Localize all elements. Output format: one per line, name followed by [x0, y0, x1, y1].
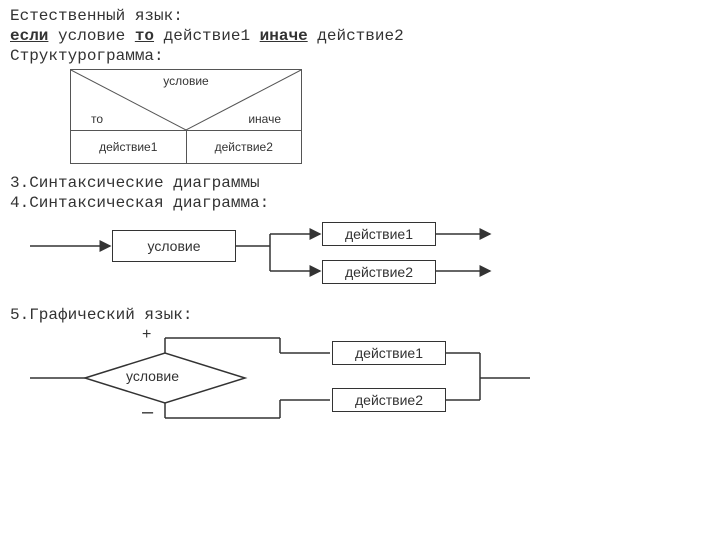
section1-sentence: если условие то действие1 иначе действие…: [10, 27, 710, 45]
word-a1: действие1: [154, 27, 260, 45]
word-a2: действие2: [308, 27, 404, 45]
word-else: иначе: [260, 27, 308, 45]
graphic-lines: [30, 328, 550, 428]
section2-title: Структурограмма:: [10, 47, 710, 65]
structogram-then: то: [91, 112, 103, 126]
structogram: условие то иначе действие1 действие2: [70, 69, 302, 164]
section4-title: 4.Синтаксическая диаграмма:: [10, 194, 710, 212]
structogram-a1: действие1: [71, 131, 187, 163]
syntax-cond-box: условие: [112, 230, 236, 262]
structogram-cond: условие: [71, 74, 301, 88]
syntax-diagram: условие действие1 действие2: [30, 216, 530, 296]
word-then: то: [135, 27, 154, 45]
graphic-a1-box: действие1: [332, 341, 446, 365]
section5-title: 5.Графический язык:: [10, 306, 710, 324]
structogram-else: иначе: [248, 112, 281, 126]
structogram-a2: действие2: [187, 131, 302, 163]
minus-label: –: [142, 401, 153, 424]
syntax-diagram-lines: [30, 216, 530, 296]
section3-title: 3.Синтаксические диаграммы: [10, 174, 710, 192]
diamond-cond: условие: [126, 368, 179, 384]
word-cond: условие: [48, 27, 134, 45]
word-if: если: [10, 27, 48, 45]
syntax-a1-box: действие1: [322, 222, 436, 246]
graphic-a2-box: действие2: [332, 388, 446, 412]
graphic-language: условие + – действие1 действие2: [30, 328, 550, 428]
syntax-a2-box: действие2: [322, 260, 436, 284]
plus-label: +: [142, 326, 151, 344]
section1-title: Естественный язык:: [10, 7, 710, 25]
